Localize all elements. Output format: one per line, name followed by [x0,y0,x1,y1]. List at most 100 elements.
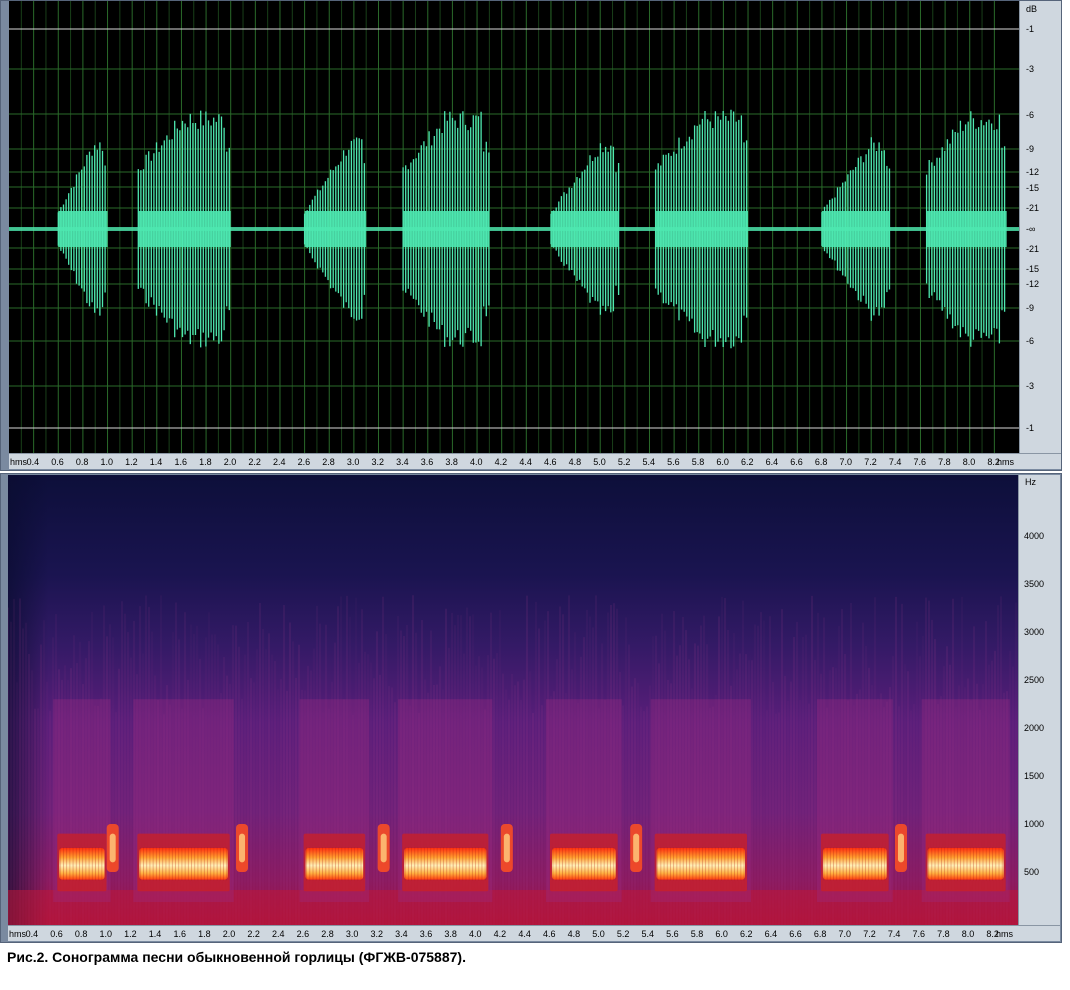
db-tick-label: -9 [1026,303,1035,313]
time-tick-label: 6.0 [716,457,729,467]
db-tick-label: -12 [1026,167,1040,177]
spectrogram-accent-core [633,833,640,863]
time-tick-label: 7.4 [888,457,902,467]
spectrogram-accent-core [897,833,904,863]
figure-caption: Рис.2. Сонограмма песни обыкновенной гор… [7,949,466,965]
time-tick-label: 3.4 [395,929,408,939]
db-tick-label: -∞ [1026,224,1036,234]
freq-tick-label: 3500 [1024,579,1045,589]
time-tick-label: 5.0 [593,457,606,467]
time-tick-label: 6.6 [790,457,803,467]
db-ruler: dB -1 -3 -6 -9 -12 -15 -21 -∞ -21 -15 -12 -9 -6 -3 -1 [1019,1,1061,453]
db-tick-label: -6 [1026,336,1035,346]
waveform-phrase [925,111,1007,347]
time-tick-label: 0.8 [75,457,89,467]
waveform-core [58,211,108,247]
spectrogram-phrase [816,699,893,902]
spectrogram-svg [8,475,1018,925]
freq-tick-label: 1500 [1024,771,1045,781]
spectrogram-phrase [53,699,111,902]
waveform-core [304,211,367,247]
time-tick-label: 7.4 [887,929,901,939]
waveform-svg [9,1,1019,453]
waveform-phrase [303,137,367,321]
time-tick-label: 6.0 [715,929,728,939]
spectrogram-band-core [656,848,746,880]
time-tick-label: 2.0 [222,929,236,939]
db-tick-label: -3 [1026,64,1035,74]
spectrogram-accent-core [239,833,246,863]
time-tick-label: 6.8 [813,929,827,939]
waveform-phrase [550,143,620,315]
waveform-plot[interactable] [9,1,1019,453]
time-tick-label: 6.2 [741,457,754,467]
waveform-core [403,211,490,247]
time-tick-label: 3.2 [371,457,385,467]
time-tick-label: 6.8 [814,457,828,467]
freq-tick-label: 2500 [1024,675,1045,685]
time-tick-label: 4.8 [567,929,581,939]
time-tick-label: 3.4 [396,457,409,467]
time-tick-label: 1.4 [149,457,163,467]
spectrogram-band-core [551,848,616,880]
frequency-ruler: Hz 4000 3500 3000 2500 2000 1500 1000 500 [1018,475,1060,925]
time-tick-label: 5.8 [691,457,705,467]
time-unit-label-left: hms [10,457,28,467]
time-tick-label: 4.4 [519,457,532,467]
db-tick-label: -6 [1026,110,1035,120]
waveform-core [138,211,231,247]
time-tick-label: 2.4 [271,929,285,939]
time-tick-label: 7.8 [937,929,950,939]
time-tick-label: 6.6 [789,929,802,939]
time-tick-label: 1.0 [99,929,113,939]
time-unit-label-right: hms [996,929,1014,939]
time-tick-label: 4.6 [543,457,557,467]
time-tick-label: 7.2 [863,929,876,939]
time-tick-label: 5.4 [641,929,654,939]
spectrogram-band-core [59,848,105,880]
time-unit-label-left: hms [9,929,27,939]
time-tick-label: 2.6 [297,457,311,467]
spectrogram-phrase [921,699,1010,902]
time-tick-label: 3.2 [370,929,384,939]
time-tick-label: 5.0 [592,929,605,939]
freq-tick-label: 3000 [1024,627,1045,637]
waveform-core [550,211,619,247]
time-tick-label: 7.8 [938,457,951,467]
time-tick-label: 4.2 [494,457,508,467]
waveform-core [926,211,1007,247]
waveform-time-ruler[interactable]: hms 0.4 0.6 0.8 1.0 1.2 1.4 1.6 1.8 2.0 2.2 2.4 2.6 2… [9,453,1061,469]
time-tick-label: 8.0 [962,457,976,467]
db-tick-label: -15 [1026,183,1040,193]
time-tick-label: 3.6 [420,457,434,467]
time-tick-label: 2.4 [272,457,286,467]
freq-tick-label: 4000 [1024,531,1045,541]
db-tick-label: -1 [1026,423,1035,433]
time-tick-label: 6.4 [764,929,778,939]
time-tick-label: 5.6 [667,457,680,467]
freq-tick-label: 500 [1024,867,1040,877]
time-tick-label: 7.6 [912,929,925,939]
db-tick-label: -21 [1026,244,1040,254]
time-tick-label: 2.8 [321,929,334,939]
time-tick-label: 8.0 [961,929,975,939]
spectrogram-phrase [133,699,234,902]
spectrogram-phrase [299,699,370,902]
spectrogram-band-core [139,848,228,880]
time-tick-label: 7.0 [838,929,852,939]
time-tick-label: 7.6 [913,457,926,467]
time-tick-label: 7.2 [864,457,877,467]
spectrogram-phrase [545,699,622,902]
time-tick-label: 7.0 [839,457,853,467]
spectrogram-time-ruler[interactable]: hms 0.4 0.6 0.8 1.0 1.2 1.4 1.6 1.8 2.0 2.2 2.4 2.6 2… [8,925,1060,941]
time-tick-label: 1.4 [148,929,162,939]
spectrogram-phrase [398,699,493,902]
db-unit-label: dB [1026,4,1038,14]
spectrogram-plot[interactable] [8,475,1018,925]
waveform-phrase [137,110,231,348]
waveform-core [655,211,749,247]
time-tick-label: 1.8 [198,929,211,939]
time-tick-label: 0.8 [74,929,88,939]
db-tick-label: -21 [1026,203,1040,213]
time-tick-label: 2.0 [223,457,237,467]
